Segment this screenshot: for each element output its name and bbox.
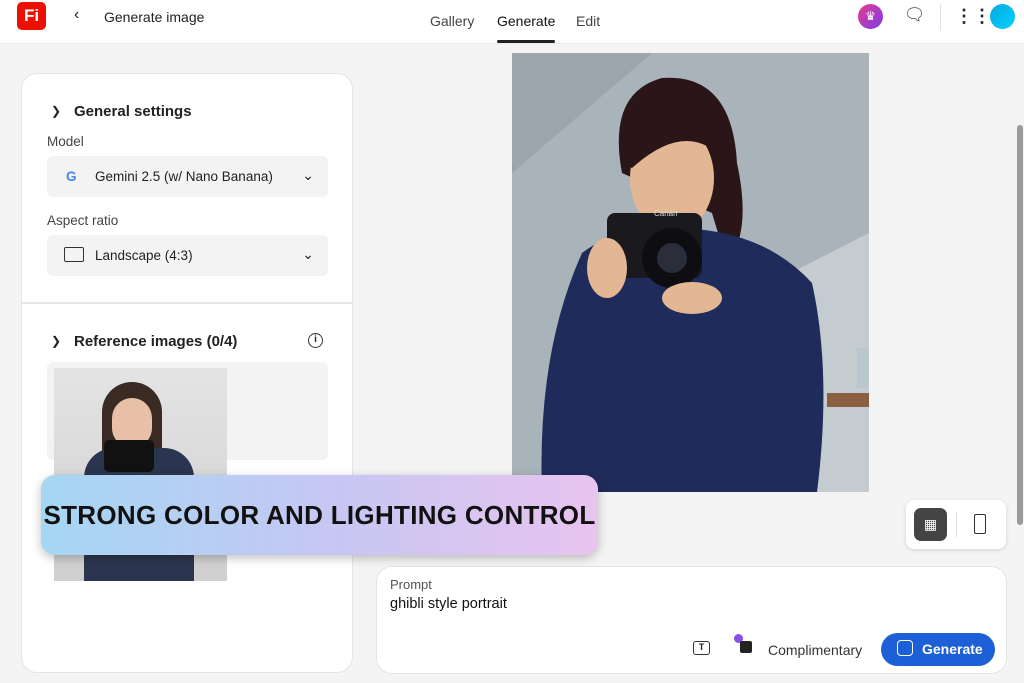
divider: [940, 4, 941, 30]
app-logo[interactable]: Fi: [17, 2, 46, 30]
feature-banner: STRONG COLOR AND LIGHTING CONTROL: [41, 475, 598, 555]
model-label: Model: [47, 134, 84, 149]
tab-edit[interactable]: Edit: [576, 13, 600, 29]
premium-crown-icon[interactable]: ♛: [858, 4, 883, 29]
general-settings-heading[interactable]: General settings: [74, 103, 192, 120]
camera-brand-text: Canan: [654, 209, 678, 218]
model-select[interactable]: G Gemini 2.5 (w/ Nano Banana) ⌄: [47, 156, 328, 197]
text-style-icon[interactable]: T: [693, 641, 710, 655]
settings-panel: ❯ General settings Model G Gemini 2.5 (w…: [21, 73, 353, 673]
top-bar: Fi ‹ Generate image Gallery Generate Edi…: [0, 0, 1024, 44]
chevron-down-icon: ⌄: [302, 246, 314, 262]
page-title: Generate image: [104, 9, 205, 25]
apps-grid-icon[interactable]: ⋮⋮⋮: [955, 4, 1009, 29]
model-value: Gemini 2.5 (w/ Nano Banana): [95, 169, 273, 184]
back-chevron-icon[interactable]: ‹: [74, 6, 79, 24]
scrollbar[interactable]: [1016, 45, 1024, 565]
single-view-icon[interactable]: [974, 514, 986, 534]
credits-label: Complimentary: [768, 642, 863, 658]
chevron-down-icon: ⌄: [302, 167, 314, 183]
aspect-ratio-label: Aspect ratio: [47, 213, 119, 228]
user-avatar[interactable]: [990, 4, 1015, 29]
style-reference-icon[interactable]: [734, 634, 753, 654]
prompt-label: Prompt: [390, 577, 432, 592]
feedback-chat-icon[interactable]: 🗨: [902, 4, 927, 29]
grid-view-icon[interactable]: ▦: [914, 508, 947, 541]
aspect-ratio-value: Landscape (4:3): [95, 248, 193, 263]
generate-button[interactable]: Generate: [881, 633, 995, 666]
tab-generate[interactable]: Generate: [497, 13, 556, 43]
reference-images-heading[interactable]: Reference images (0/4): [74, 333, 237, 350]
tab-gallery[interactable]: Gallery: [430, 13, 474, 29]
generate-button-label: Generate: [922, 641, 983, 657]
google-g-icon: G: [66, 169, 77, 184]
scrollbar-thumb[interactable]: [1017, 125, 1023, 525]
divider: [956, 512, 957, 537]
prompt-input[interactable]: ghibli style portrait: [390, 596, 507, 612]
landscape-icon: [64, 247, 84, 262]
sparkle-icon: [897, 640, 913, 656]
collapse-chevron-icon[interactable]: ❯: [51, 334, 61, 348]
view-toggle: ▦: [906, 500, 1006, 549]
info-icon[interactable]: i: [308, 333, 323, 348]
generated-image[interactable]: Canan: [512, 53, 869, 492]
collapse-chevron-icon[interactable]: ❯: [51, 104, 61, 118]
prompt-box: Prompt ghibli style portrait T Complimen…: [376, 566, 1007, 674]
aspect-ratio-select[interactable]: Landscape (4:3) ⌄: [47, 235, 328, 276]
section-divider: [22, 302, 352, 304]
